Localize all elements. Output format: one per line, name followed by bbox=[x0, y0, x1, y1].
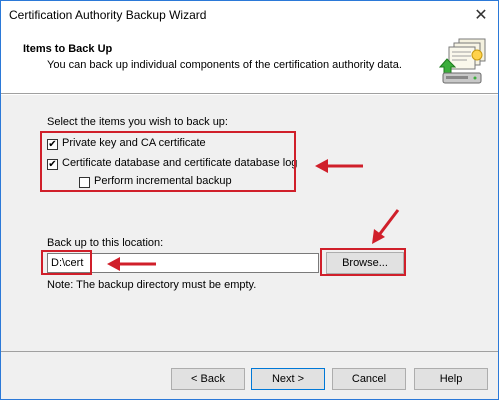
arrow-icon bbox=[315, 159, 363, 173]
arrow-icon bbox=[107, 257, 156, 271]
arrow-icon bbox=[372, 209, 400, 244]
annotation-arrows bbox=[107, 159, 400, 271]
